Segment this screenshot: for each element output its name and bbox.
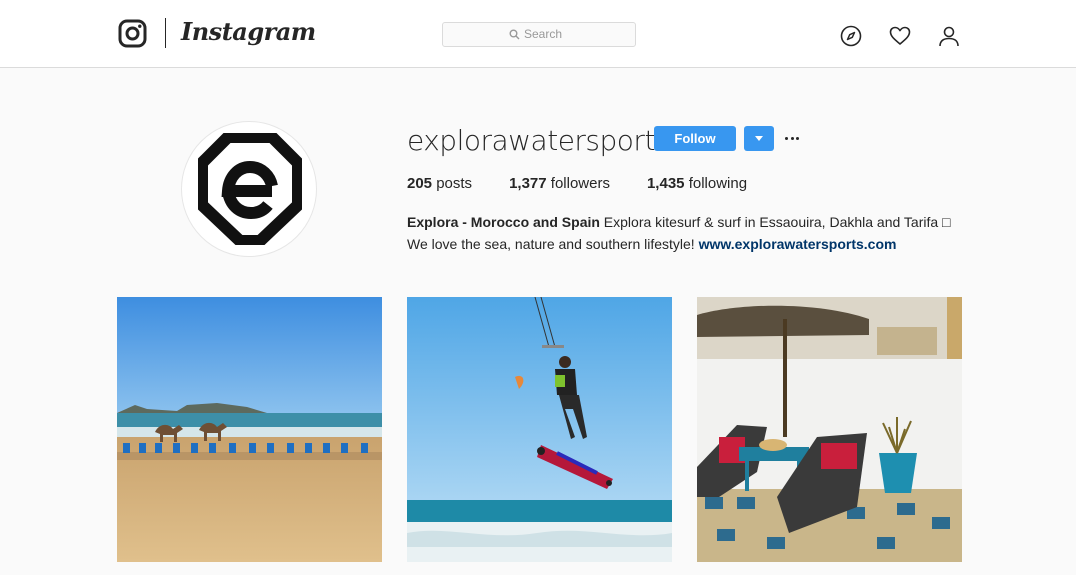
instagram-glyph-icon[interactable] <box>118 19 147 48</box>
profile-avatar[interactable] <box>181 121 317 257</box>
heart-icon[interactable] <box>889 25 911 47</box>
post-thumbnail-terrace[interactable] <box>697 297 962 562</box>
bio-text-line1: Explora kitesurf & surf in Essaouira, Da… <box>599 214 951 230</box>
kitesurfer-image <box>407 297 672 562</box>
posts-stat: 205 posts <box>407 175 473 192</box>
follow-button[interactable]: Follow <box>654 126 736 151</box>
post-thumbnail-kitesurf[interactable] <box>407 297 672 562</box>
search-icon <box>509 29 520 39</box>
compass-icon[interactable] <box>840 25 862 47</box>
caret-down-icon <box>755 136 763 141</box>
suggestions-dropdown-button[interactable] <box>744 126 774 151</box>
top-nav: Instagram <box>0 0 1076 68</box>
followers-stat[interactable]: 1,377 followers <box>509 175 610 192</box>
profile-bio: Explora - Morocco and Spain Explora kite… <box>407 211 967 255</box>
search-box[interactable] <box>442 22 636 47</box>
explora-logo-icon <box>198 133 302 245</box>
bio-website-link[interactable]: www.explorawatersports.com <box>699 236 897 252</box>
post-thumbnail-camels[interactable] <box>117 297 382 562</box>
user-icon[interactable] <box>938 25 960 47</box>
following-stat[interactable]: 1,435 following <box>647 175 747 192</box>
instagram-wordmark[interactable]: Instagram <box>181 17 316 46</box>
logo-divider <box>165 18 166 48</box>
bio-full-name: Explora - Morocco and Spain <box>407 214 600 230</box>
more-options-button[interactable] <box>785 131 799 145</box>
profile-username: explorawatersports <box>407 124 670 157</box>
bio-text-line2: We love the sea, nature and southern lif… <box>407 236 699 252</box>
terrace-image <box>697 297 962 562</box>
profile-stats: 205 posts 1,377 followers 1,435 followin… <box>407 175 784 192</box>
camels-beach-image <box>117 297 382 562</box>
search-input[interactable] <box>524 27 614 41</box>
